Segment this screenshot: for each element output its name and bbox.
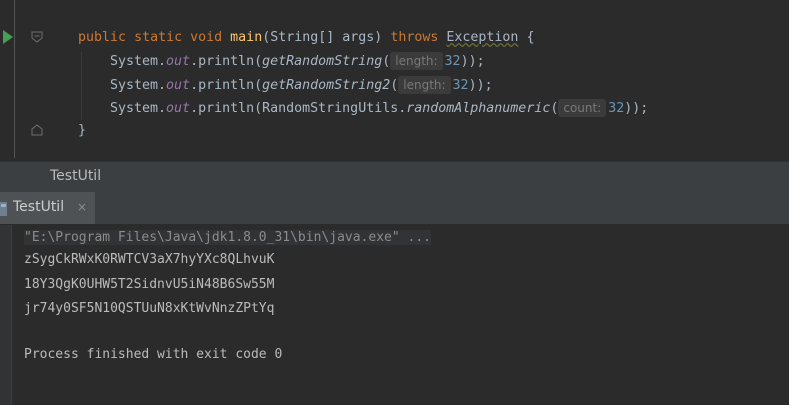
tab-label: TestUtil (13, 199, 65, 215)
code-line-5[interactable]: } (78, 119, 86, 143)
console-output[interactable]: "E:\Program Files\Java\jdk1.8.0_31\bin\j… (0, 225, 789, 405)
number-literal: 32 (444, 54, 461, 69)
open-paren: ( (382, 54, 391, 69)
close-parens: )); (460, 54, 485, 69)
println-call: .println( (190, 54, 263, 69)
run-config-icon (0, 201, 7, 216)
command-text: "E:\Program Files\Java\jdk1.8.0_31\bin\j… (24, 230, 431, 245)
gutter-divider (14, 0, 15, 158)
output-line-3: jr74y0SF5N10QSTUuN8xKtWvNnzZPtYq (24, 301, 275, 316)
command-line: "E:\Program Files\Java\jdk1.8.0_31\bin\j… (24, 228, 431, 248)
indent-guide (81, 52, 82, 120)
code-line-2[interactable]: System.out.println(getRandomString(lengt… (110, 50, 485, 74)
code-line-3[interactable]: System.out.println(getRandomString2(leng… (110, 74, 493, 98)
system-prefix: System. (110, 54, 167, 69)
number-literal: 32 (608, 101, 625, 116)
out-field: out (166, 101, 191, 116)
close-brace: } (78, 123, 87, 138)
fold-end-icon[interactable] (31, 124, 43, 136)
keyword-public: public (78, 30, 127, 45)
run-gutter-icon[interactable] (3, 30, 13, 44)
system-prefix: System. (110, 101, 167, 116)
number-literal: 32 (452, 78, 469, 93)
run-tab-bar: TestUtil × (0, 192, 789, 225)
params: (String[] args) (262, 30, 383, 45)
method-call: getRandomString2 (262, 78, 391, 93)
run-toolwindow-header: TestUtil (0, 161, 789, 192)
output-line-1: zSygCkRWxK0RWTCV3aX7hyYXc8QLhvuK (24, 252, 275, 267)
parameter-hint: length: (390, 52, 443, 70)
println-call: .println(RandomStringUtils. (190, 101, 407, 116)
open-brace: { (526, 30, 535, 45)
out-field: out (166, 78, 191, 93)
code-editor[interactable]: public static void main(String[] args) t… (0, 0, 789, 158)
method-name: main (230, 30, 263, 45)
code-line-4[interactable]: System.out.println(RandomStringUtils.ran… (110, 97, 648, 121)
tab-testutil[interactable]: TestUtil × (0, 192, 95, 224)
keyword-void: void (190, 30, 223, 45)
open-paren: ( (550, 101, 559, 116)
close-icon[interactable]: × (77, 200, 87, 214)
keyword-throws: throws (390, 30, 439, 45)
method-call: getRandomString (262, 54, 383, 69)
console-gutter (0, 225, 12, 405)
parameter-hint: count: (558, 99, 607, 117)
exception-type: Exception (446, 30, 519, 45)
parameter-hint: length: (398, 76, 451, 94)
output-line-2: 18Y3QgK0UHW5T2SidnvU5iN48B6Sw55M (24, 277, 275, 292)
fold-start-icon[interactable] (31, 31, 43, 43)
close-parens: )); (468, 78, 493, 93)
method-call: randomAlphanumeric (406, 101, 551, 116)
keyword-static: static (134, 30, 183, 45)
close-parens: )); (624, 101, 649, 116)
println-call: .println( (190, 78, 263, 93)
code-line-1[interactable]: public static void main(String[] args) t… (78, 26, 534, 50)
open-paren: ( (390, 78, 399, 93)
exit-message: Process finished with exit code 0 (24, 347, 283, 362)
toolwindow-title: TestUtil (50, 168, 102, 184)
system-prefix: System. (110, 78, 167, 93)
out-field: out (166, 54, 191, 69)
